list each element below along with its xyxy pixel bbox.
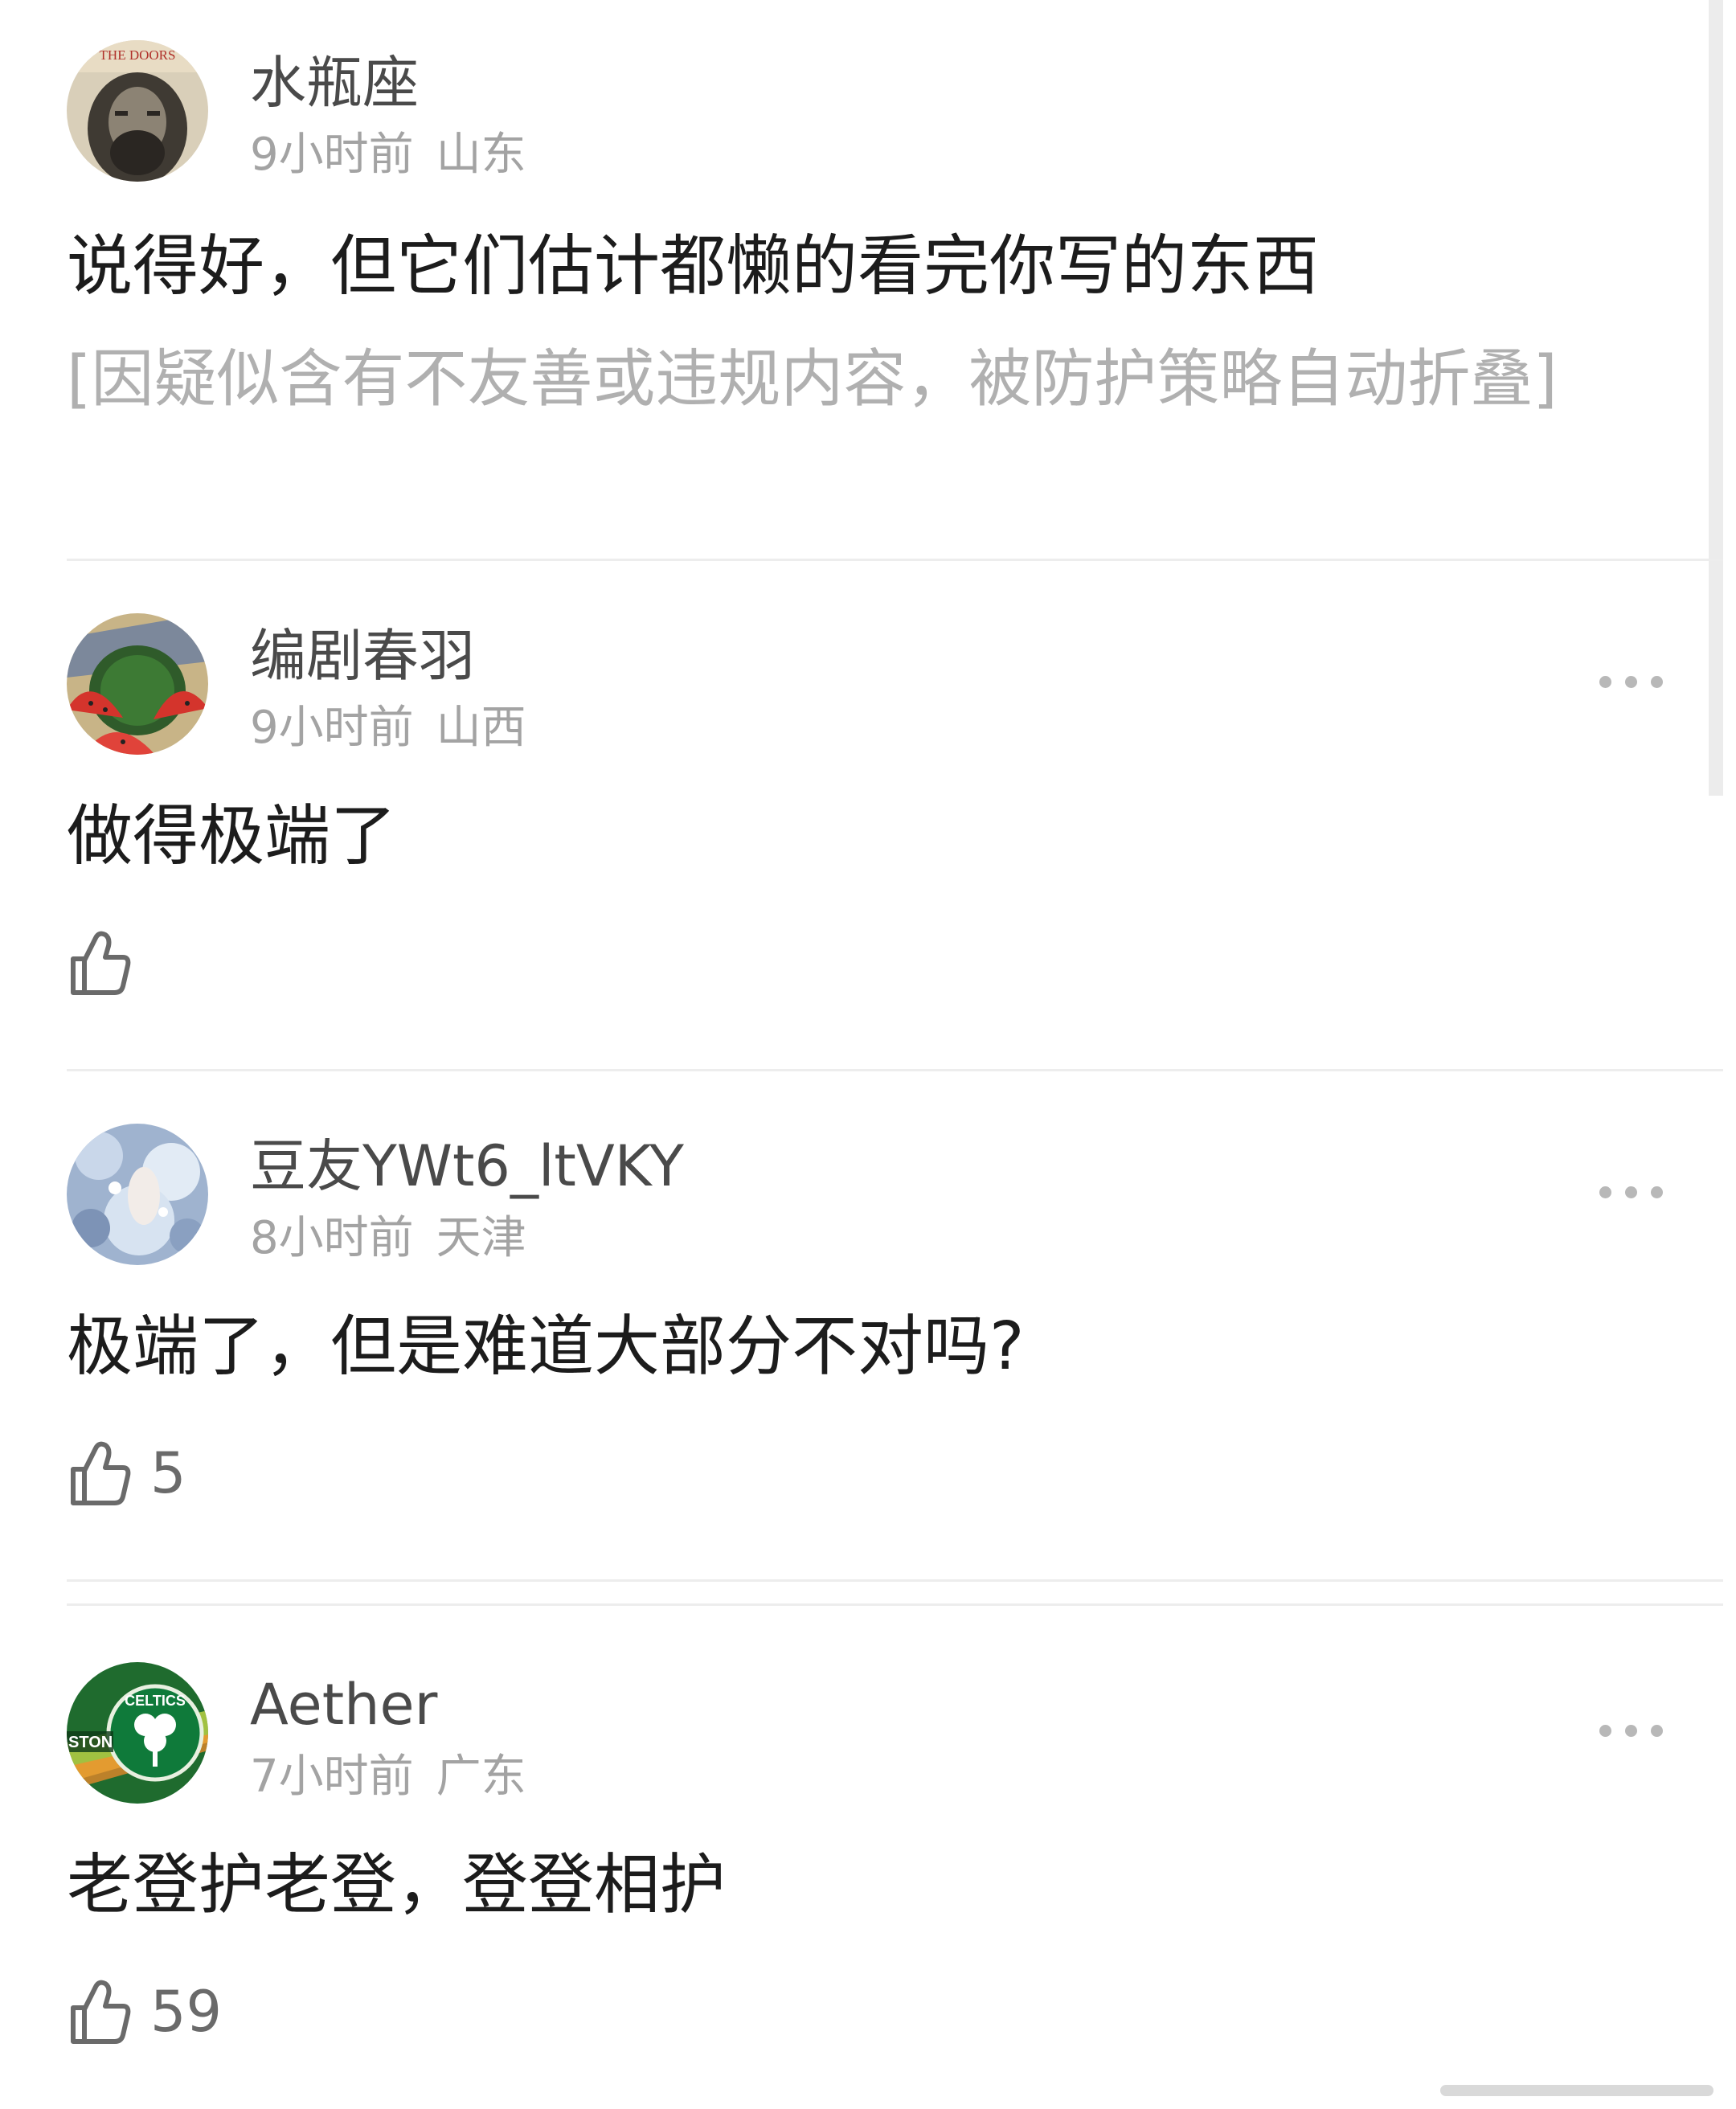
- comment-text: 老登护老登，登登相护: [67, 1847, 727, 1923]
- location: 广东: [436, 1751, 526, 1803]
- timestamp: 9小时前: [250, 702, 414, 754]
- like-count: 5: [150, 1440, 186, 1506]
- comment-text: 说得好，但它们估计都懒的看完你写的东西: [67, 228, 1320, 305]
- timestamp: 9小时前: [250, 129, 414, 181]
- location: 山西: [436, 702, 526, 754]
- avatar[interactable]: [67, 613, 208, 755]
- username[interactable]: Aether: [250, 1670, 437, 1739]
- comment-text: 极端了，但是难道大部分不对吗?: [67, 1308, 1025, 1385]
- avatar[interactable]: THE DOORS: [67, 40, 208, 182]
- username[interactable]: 豆友YWt6_ltVKY: [250, 1132, 684, 1201]
- comment-header: CELTICS STON Aether 7小时前 广东: [67, 1662, 1730, 1807]
- divider: [67, 1069, 1723, 1071]
- comment-meta: 9小时前 山东: [250, 127, 526, 183]
- location: 山东: [436, 129, 526, 181]
- avatar-logo-text: STON: [68, 1734, 113, 1751]
- more-options-button[interactable]: [1599, 670, 1664, 694]
- like-button[interactable]: 5: [67, 1433, 186, 1513]
- timestamp: 8小时前: [250, 1212, 414, 1264]
- like-button[interactable]: 59: [67, 1972, 222, 2052]
- avatar-logo-text: THE DOORS: [100, 47, 176, 63]
- avatar[interactable]: [67, 1124, 208, 1265]
- username[interactable]: 水瓶座: [250, 48, 419, 117]
- avatar-logo-text: CELTICS: [125, 1693, 186, 1709]
- comment-meta: 8小时前 天津: [250, 1210, 526, 1267]
- location: 天津: [436, 1212, 526, 1264]
- divider: [67, 1579, 1723, 1582]
- comment-meta: 7小时前 广东: [250, 1749, 526, 1805]
- comment-header: THE DOORS 水瓶座 9小时前 山东: [67, 40, 1730, 185]
- more-options-button[interactable]: [1599, 1718, 1664, 1742]
- thumbs-up-icon: [71, 931, 131, 995]
- timestamp: 7小时前: [250, 1751, 414, 1803]
- comment-text: 做得极端了: [67, 798, 397, 874]
- folded-notice: [因疑似含有不友善或违规内容，被防护策略自动折叠]: [67, 343, 1558, 416]
- more-options-button[interactable]: [1599, 1180, 1664, 1204]
- like-button[interactable]: [67, 923, 133, 1003]
- comment-header: 编剧春羽 9小时前 山西: [67, 613, 1730, 758]
- home-indicator[interactable]: [1440, 2085, 1713, 2096]
- thumbs-up-icon: [71, 1441, 131, 1505]
- comment-meta: 9小时前 山西: [250, 700, 526, 756]
- divider: [67, 1603, 1723, 1606]
- divider: [67, 559, 1723, 561]
- username[interactable]: 编剧春羽: [250, 621, 475, 690]
- comment-header: 豆友YWt6_ltVKY 8小时前 天津: [67, 1124, 1730, 1268]
- avatar[interactable]: CELTICS STON: [67, 1662, 208, 1804]
- like-count: 59: [150, 1979, 223, 2045]
- thumbs-up-icon: [71, 1980, 131, 2044]
